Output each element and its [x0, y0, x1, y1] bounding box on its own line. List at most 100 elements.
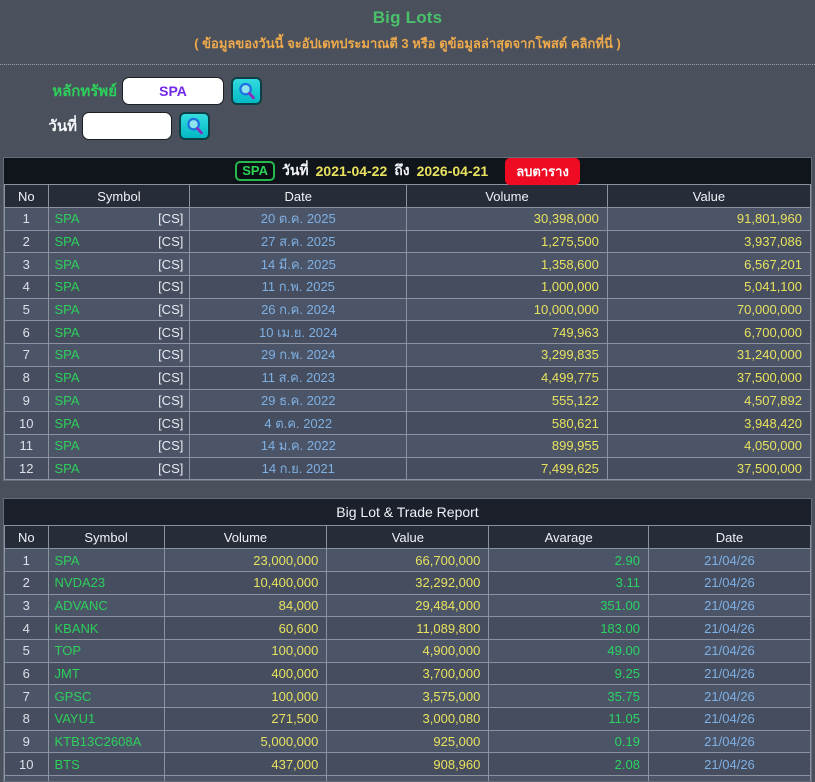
cell-no: 5 [5, 640, 49, 663]
cell-no: 10 [5, 412, 49, 435]
cell-date: 11 ก.พ. 2025 [190, 276, 407, 299]
cell-no: 3 [5, 253, 49, 276]
cell-no: 5 [5, 298, 49, 321]
cell-volume: 1,358,600 [407, 253, 608, 276]
column-header-value: Value [607, 185, 810, 208]
cell-symbol: KBANK [48, 617, 164, 640]
cell-date: 29 ธ.ค. 2022 [190, 389, 407, 412]
cell-avarage: 0.19 [489, 730, 649, 753]
cell-symbol: GPSC [48, 685, 164, 708]
cell-symbol: SPA[CS] [48, 298, 190, 321]
biglot-data-table: No Symbol Date Volume Value 1SPA[CS]20 ต… [4, 184, 811, 480]
cell-value: 6,567,201 [607, 253, 810, 276]
cell-volume: 30,398,000 [407, 208, 608, 231]
symbol-wrap: SPA[CS] [49, 416, 190, 431]
delete-table-button[interactable]: ลบตาราง [505, 158, 580, 185]
symbol-wrap: SPA[CS] [49, 302, 190, 317]
cell-value: 91,801,960 [607, 208, 810, 231]
cell-date: 4 ต.ค. 2022 [190, 412, 407, 435]
table-row: 7GPSC100,0003,575,00035.7521/04/26 [5, 685, 811, 708]
search-icon [237, 81, 257, 101]
cell-no: 6 [5, 662, 49, 685]
cell-no [5, 776, 49, 782]
symbol-text: SPA [55, 325, 80, 340]
cell-value: 3,700,000 [327, 662, 489, 685]
cell-avarage: 49.00 [489, 640, 649, 663]
cell-symbol: ADVANC [48, 594, 164, 617]
table-row: 4KBANK60,60011,089,800183.0021/04/26 [5, 617, 811, 640]
biglot-table: SPA วันที่ 2021-04-22 ถึง 2026-04-21 ลบต… [3, 157, 812, 481]
column-header-no: No [5, 185, 49, 208]
column-header-date: Date [190, 185, 407, 208]
cell-date: 21/04/26 [648, 571, 810, 594]
cell-no: 10 [5, 753, 49, 776]
cell-volume: 84,000 [164, 594, 327, 617]
cell-value: 37,500,000 [607, 457, 810, 480]
trade-report-table-body: 1SPA23,000,00066,700,0002.9021/04/262NVD… [5, 549, 811, 781]
trade-report-title-bar: Big Lot & Trade Report [4, 499, 811, 525]
cell-symbol: SPA[CS] [48, 412, 190, 435]
cell-no: 11 [5, 434, 49, 457]
symbol-text: SPA [55, 347, 80, 362]
symbol-text: SPA [55, 438, 80, 453]
cell-date: 21/04/26 [648, 753, 810, 776]
cell-date: 21/04/26 [648, 549, 810, 572]
symbol-text: SPA [55, 461, 80, 476]
cell-symbol [48, 776, 164, 782]
cell-volume: 7,499,625 [407, 457, 608, 480]
cell-symbol: SPA [48, 549, 164, 572]
date-search-button[interactable] [179, 112, 210, 140]
cell-volume: 271,500 [164, 708, 327, 731]
cell-value: 4,050,000 [607, 434, 810, 457]
table-row: 10SPA[CS]4 ต.ค. 2022580,6213,948,420 [5, 412, 811, 435]
date-input[interactable] [82, 112, 172, 140]
cell-date: 21/04/26 [648, 685, 810, 708]
cell-date: 20 ต.ค. 2025 [190, 208, 407, 231]
cell-volume: 555,122 [407, 389, 608, 412]
security-type: [CS] [158, 461, 183, 476]
symbol-wrap: SPA[CS] [49, 234, 190, 249]
cell-avarage: 2.90 [489, 549, 649, 572]
cell-value: 4,900,000 [327, 640, 489, 663]
symbol-search-row: หลักทรัพย์ [0, 77, 815, 105]
update-note-link[interactable]: ( ข้อมูลของวันนี้ จะอัปเดทประมาณตี 3 หรื… [0, 33, 815, 54]
cell-value: 37,500,000 [607, 366, 810, 389]
cell-date: 21/04/26 [648, 730, 810, 753]
table-row: 9KTB13C2608A5,000,000925,0000.1921/04/26 [5, 730, 811, 753]
trade-report-header-row: No Symbol Volume Value Avarage Date [5, 526, 811, 549]
cell-no: 8 [5, 366, 49, 389]
security-type: [CS] [158, 325, 183, 340]
date-range-label: วันที่ [282, 160, 309, 182]
symbol-text: SPA [55, 416, 80, 431]
security-type: [CS] [158, 257, 183, 272]
table-row: 6SPA[CS]10 เม.ย. 2024749,9636,700,000 [5, 321, 811, 344]
symbol-wrap: SPA [CS] [49, 393, 190, 408]
cell-value: 3,575,000 [327, 685, 489, 708]
trade-report-data-table: No Symbol Volume Value Avarage Date 1SPA… [4, 525, 811, 781]
symbol-badge: SPA [235, 161, 275, 181]
table-row: 2SPA[CS]27 ส.ค. 20251,275,5003,937,086 [5, 230, 811, 253]
cell-date: 29 ก.พ. 2024 [190, 344, 407, 367]
symbol-wrap: SPA[CS] [49, 257, 190, 272]
cell-volume: 1,000,000 [407, 276, 608, 299]
cell-volume: 899,955 [407, 434, 608, 457]
symbol-input[interactable] [122, 77, 224, 105]
cell-no: 2 [5, 571, 49, 594]
symbol-text: SPA [55, 393, 80, 408]
cell-value: 31,240,000 [607, 344, 810, 367]
symbol-wrap: SPA[CS] [49, 370, 190, 385]
cell-symbol: BTS [48, 753, 164, 776]
cell-avarage: 351.00 [489, 594, 649, 617]
search-icon [185, 116, 205, 136]
cell-date: 11 ส.ค. 2023 [190, 366, 407, 389]
table-row: 5TOP100,0004,900,00049.0021/04/26 [5, 640, 811, 663]
column-header-symbol: Symbol [48, 185, 190, 208]
column-header-volume: Volume [407, 185, 608, 208]
date-to: 2026-04-21 [417, 163, 489, 179]
column-header-no: No [5, 526, 49, 549]
symbol-search-button[interactable] [231, 77, 262, 105]
cell-no: 4 [5, 276, 49, 299]
biglot-title-bar: SPA วันที่ 2021-04-22 ถึง 2026-04-21 ลบต… [4, 158, 811, 184]
cell-avarage [489, 776, 649, 782]
security-type: [CS] [158, 393, 183, 408]
